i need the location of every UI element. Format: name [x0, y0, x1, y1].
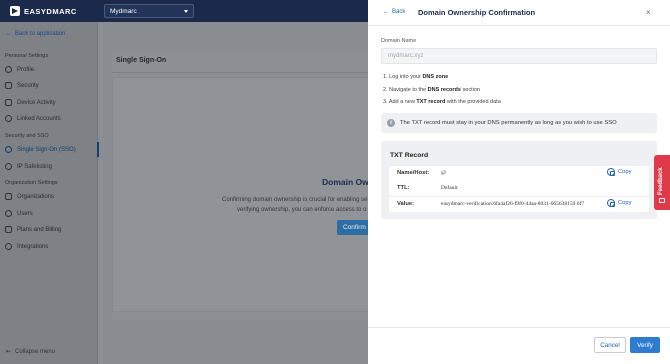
- instruction-step: 3. Add a new TXT record with the provide…: [383, 99, 501, 105]
- sso-card: Single Sign-On Domain Ow Confirming doma…: [112, 52, 382, 320]
- section-security-sso: Security and SSO: [5, 133, 49, 139]
- sidebar-item-label: IP Safelisting: [17, 163, 52, 170]
- domain-ownership-heading: Domain Ow: [322, 177, 369, 187]
- back-label: Back: [392, 9, 406, 15]
- back-to-application-label: Back to application: [15, 31, 66, 37]
- record-label: Value:: [397, 201, 415, 207]
- sidebar-item-label: Users: [17, 210, 33, 217]
- cancel-button[interactable]: Cancel: [594, 337, 626, 353]
- instruction-step: 1. Log into your DNS zone: [383, 74, 449, 80]
- domain-selector[interactable]: Mydmarc: [104, 4, 194, 18]
- info-icon: i: [387, 119, 395, 127]
- sidebar-item-label: Single Sign-On (SSO): [17, 146, 76, 153]
- sidebar-item-label: Organizations: [17, 193, 55, 200]
- shield-icon: [5, 82, 12, 89]
- drawer-title: Domain Ownership Confirmation: [418, 8, 536, 17]
- collapse-menu-button[interactable]: ⇤ Collapse menu: [6, 348, 56, 356]
- section-organization-settings: Organization Settings: [5, 180, 58, 186]
- record-value: easydmarc-verification:6fa4af26-f9f0-44a…: [441, 201, 585, 207]
- credit-card-icon: [5, 226, 12, 233]
- back-button[interactable]: ← Back: [383, 9, 405, 15]
- sidebar-item-linked-accounts[interactable]: Linked Accounts: [5, 113, 97, 124]
- domain-ownership-description: Confirming domain ownership is crucial f…: [222, 197, 368, 203]
- sidebar: ← Back to application Personal Settings …: [0, 22, 99, 364]
- monitor-icon: [5, 99, 12, 106]
- record-row-ttl: TTL: Default: [389, 181, 649, 196]
- collapse-menu-label: Collapse menu: [15, 348, 56, 355]
- brand-name: EASYDMARC: [24, 6, 77, 16]
- domain-name-field: mydmarc.xyz: [381, 48, 657, 64]
- sidebar-item-profile[interactable]: Profile: [5, 64, 97, 75]
- divider: [112, 72, 382, 73]
- sidebar-item-label: Plans and Billing: [17, 226, 62, 233]
- close-icon[interactable]: ×: [646, 8, 651, 17]
- domain-ownership-description: verifying ownership, you can enforce acc…: [237, 207, 367, 213]
- record-label: TTL:: [397, 185, 410, 191]
- app-logo[interactable]: EASYDMARC: [10, 6, 77, 16]
- logo-icon: [10, 6, 20, 16]
- drawer-header: ← Back Domain Ownership Confirmation ×: [368, 0, 670, 26]
- shield-check-icon: [5, 146, 12, 153]
- sidebar-item-device-activity[interactable]: Device Activity: [5, 97, 97, 108]
- sidebar-item-label: Device Activity: [17, 99, 56, 106]
- copy-value-button[interactable]: Copy: [607, 199, 632, 207]
- sidebar-item-sso[interactable]: Single Sign-On (SSO): [5, 142, 99, 157]
- instruction-step: 2. Navigate to the DNS records section: [383, 87, 480, 93]
- copy-icon: [607, 199, 615, 207]
- page-title: Single Sign-On: [116, 57, 167, 64]
- users-icon: [5, 210, 12, 217]
- sidebar-item-label: Integrations: [17, 243, 49, 250]
- copy-label: Copy: [618, 200, 632, 206]
- record-row-name-host: Name/Host: @ Copy: [389, 166, 649, 181]
- sidebar-item-users[interactable]: Users: [5, 208, 97, 219]
- globe-icon: [5, 163, 12, 170]
- user-icon: [5, 66, 12, 73]
- record-value: @: [441, 170, 447, 176]
- record-value: Default: [441, 185, 458, 191]
- sidebar-item-organizations[interactable]: Organizations: [5, 191, 97, 202]
- sidebar-item-label: Security: [17, 82, 39, 89]
- puzzle-icon: [5, 243, 12, 250]
- domain-ownership-drawer: ← Back Domain Ownership Confirmation × D…: [368, 0, 670, 364]
- building-icon: [5, 193, 12, 200]
- arrow-left-icon: ←: [383, 9, 389, 15]
- txt-record-panel: TXT Record Name/Host: @ Copy TTL: Defaul…: [381, 141, 657, 219]
- sidebar-item-label: Profile: [17, 66, 35, 73]
- verify-button[interactable]: Verify: [630, 337, 660, 353]
- copy-label: Copy: [618, 169, 632, 175]
- chevron-down-icon: [184, 9, 188, 13]
- sidebar-item-plans-billing[interactable]: Plans and Billing: [5, 224, 97, 235]
- feedback-tab[interactable]: Feedback: [654, 155, 670, 210]
- info-notice-text: The TXT record must stay in your DNS per…: [400, 120, 617, 126]
- copy-icon: [607, 168, 615, 176]
- link-icon: [5, 115, 12, 122]
- section-personal-settings: Personal Settings: [5, 53, 49, 59]
- back-to-application-link[interactable]: ← Back to application: [6, 31, 65, 37]
- record-row-value: Value: easydmarc-verification:6fa4af26-f…: [389, 197, 649, 212]
- info-notice: i The TXT record must stay in your DNS p…: [381, 113, 657, 133]
- sidebar-item-ip-safelisting[interactable]: IP Safelisting: [5, 161, 97, 172]
- sidebar-item-integrations[interactable]: Integrations: [5, 241, 97, 252]
- sidebar-item-label: Linked Accounts: [17, 115, 61, 122]
- arrow-left-icon: ←: [6, 31, 12, 37]
- domain-selector-value: Mydmarc: [110, 7, 137, 15]
- feedback-label: Feedback: [658, 167, 664, 195]
- domain-ownership-card: [112, 77, 382, 312]
- txt-record-title: TXT Record: [390, 152, 429, 159]
- domain-name-label: Domain Name: [381, 38, 417, 44]
- record-label: Name/Host:: [397, 170, 430, 176]
- sidebar-item-security[interactable]: Security: [5, 80, 97, 91]
- copy-host-button[interactable]: Copy: [607, 168, 632, 176]
- collapse-icon: ⇤: [6, 349, 12, 355]
- message-icon: [659, 198, 665, 203]
